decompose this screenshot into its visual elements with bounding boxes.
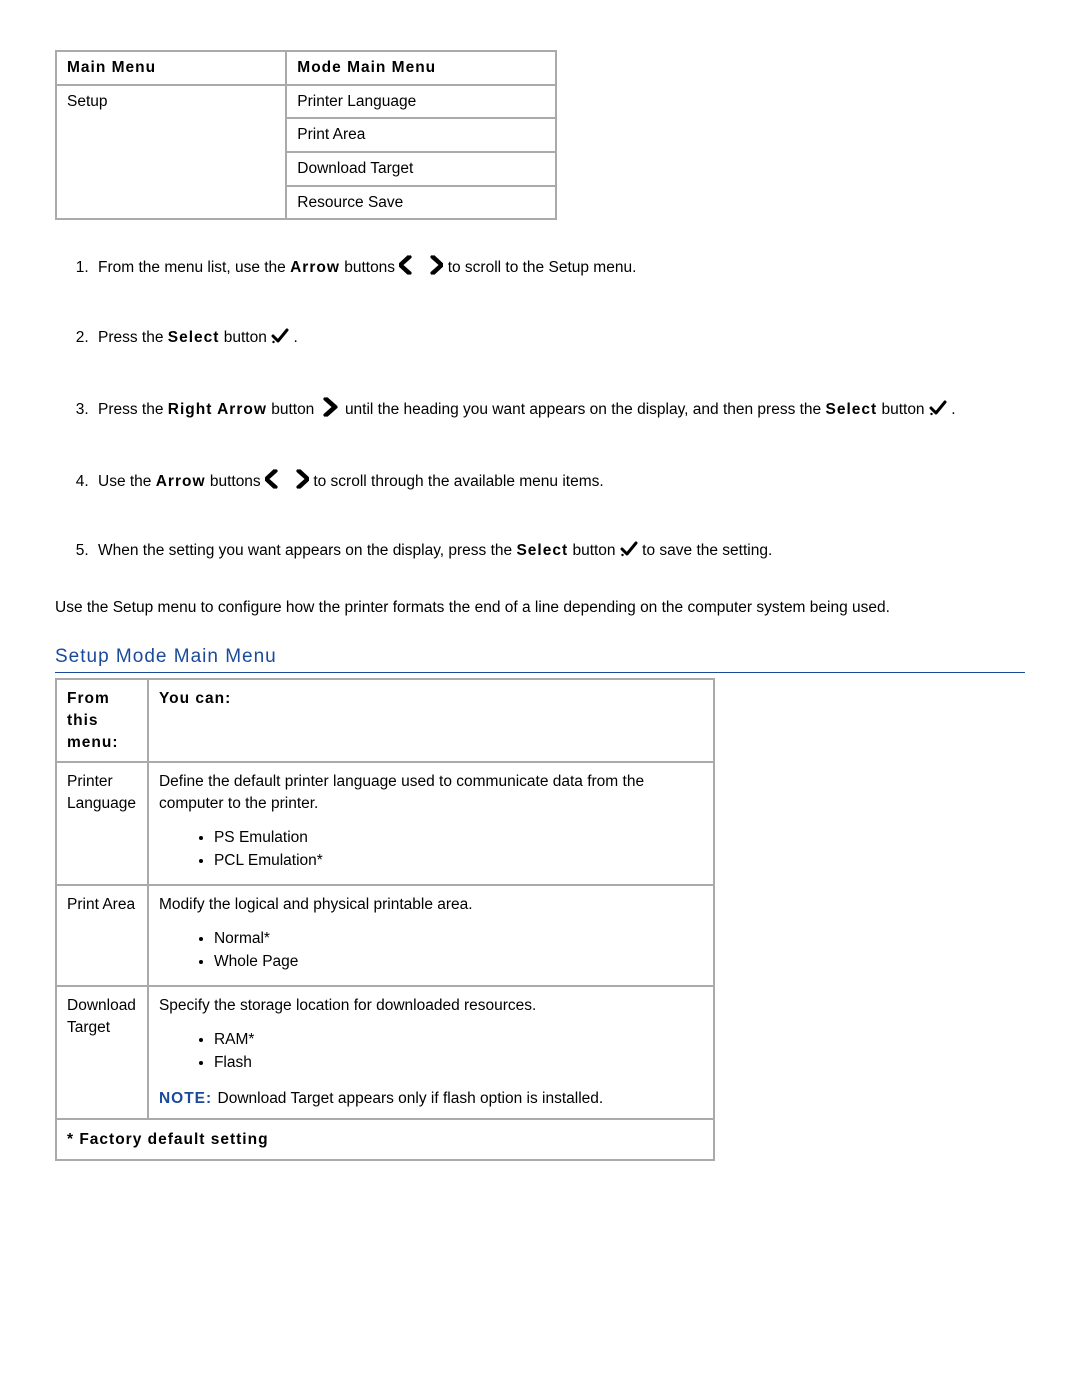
menu-item: Resource Save <box>287 187 555 219</box>
table-footer: * Factory default setting <box>57 1120 713 1160</box>
arrow-right-icon <box>319 397 341 417</box>
note-label: NOTE: <box>159 1090 218 1107</box>
list-item: Flash <box>214 1052 703 1074</box>
instruction-steps: From the menu list, use the Arrow button… <box>55 255 1025 561</box>
step-1: From the menu list, use the Arrow button… <box>93 255 1025 279</box>
step-2: Press the Select button . <box>93 327 1025 349</box>
arrow-left-right-icon <box>265 469 309 489</box>
check-icon <box>620 540 638 558</box>
step-4: Use the Arrow buttons to scroll through … <box>93 469 1025 493</box>
setup-table: From this menu: You can: Printer Languag… <box>55 678 715 1161</box>
table-row: Print Area Modify the logical and physic… <box>57 886 713 985</box>
table-row: Printer Language Define the default prin… <box>57 763 713 884</box>
list-item: PCL Emulation* <box>214 850 703 872</box>
section-heading: Setup Mode Main Menu <box>55 644 1025 674</box>
menu-item: Printer Language <box>287 86 555 118</box>
setup-header-left: From this menu: <box>67 690 119 750</box>
list-item: PS Emulation <box>214 827 703 849</box>
table-row: Download Target Specify the storage loca… <box>57 987 713 1118</box>
menu-header-left: Main Menu <box>67 59 156 76</box>
step-3: Press the Right Arrow button until the h… <box>93 397 1025 421</box>
menu-header-right: Mode Main Menu <box>297 59 436 76</box>
list-item: Whole Page <box>214 951 703 973</box>
setup-description: Use the Setup menu to configure how the … <box>55 597 1025 619</box>
menu-table: Main Menu Mode Main Menu Setup Printer L… <box>55 50 557 220</box>
arrow-left-right-icon <box>399 255 443 275</box>
setup-header-right: You can: <box>159 690 231 707</box>
menu-item: Download Target <box>287 153 555 185</box>
check-icon <box>271 327 289 345</box>
list-item: Normal* <box>214 928 703 950</box>
list-item: RAM* <box>214 1029 703 1051</box>
step-5: When the setting you want appears on the… <box>93 540 1025 562</box>
menu-item: Print Area <box>287 119 555 151</box>
menu-left-setup: Setup <box>57 86 285 219</box>
note-text: Download Target appears only if flash op… <box>218 1090 604 1107</box>
check-icon <box>929 399 947 417</box>
